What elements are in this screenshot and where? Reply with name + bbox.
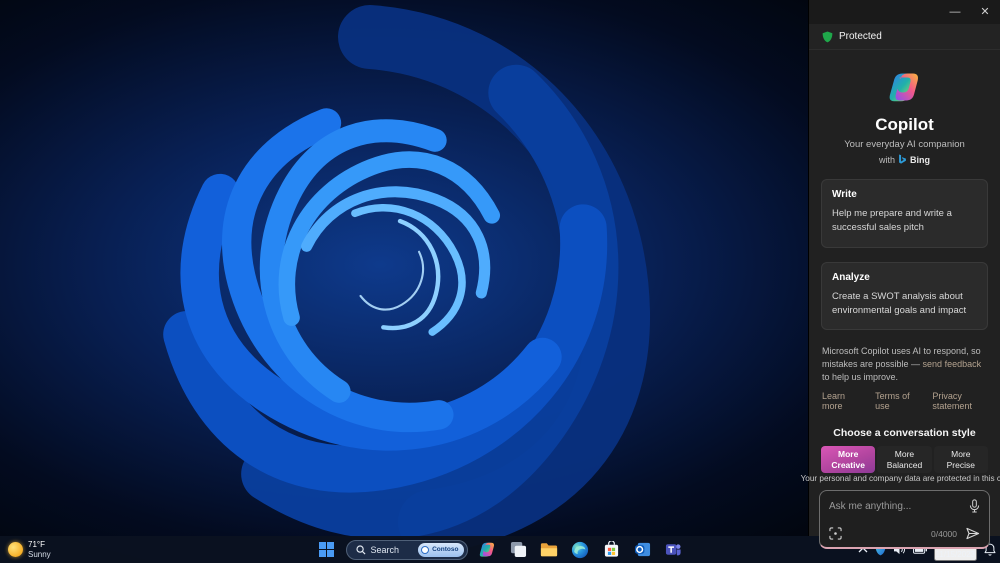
windows-start-icon [319, 542, 335, 557]
style-line2: Balanced [886, 459, 923, 470]
style-line1: More [951, 449, 971, 460]
search-highlight-badge[interactable]: Contoso [418, 542, 465, 557]
style-line2: Precise [946, 459, 975, 470]
copilot-sidebar: — ✕ Protected Copilot Your everyday AI c… [801, 0, 1000, 550]
terms-of-use-link[interactable]: Terms of use [875, 391, 914, 411]
style-more-creative-button[interactable]: More Creative [821, 446, 876, 474]
taskbar-center: Search Contoso [315, 536, 686, 563]
file-explorer-icon [541, 542, 558, 556]
copilot-icon [479, 542, 494, 557]
privacy-note-text: Your personal and company data are prote… [800, 473, 1000, 483]
suggestion-card-analyze[interactable]: Analyze Create a SWOT analysis about env… [821, 261, 988, 330]
taskbar-search[interactable]: Search Contoso [345, 539, 469, 560]
teams-icon [665, 544, 681, 556]
badge-logo-icon [421, 545, 430, 554]
chat-composer: 0/4000 [819, 490, 990, 550]
with-bing-row: with Bing [879, 154, 930, 165]
privacy-note: Your personal and company data are prote… [801, 473, 1000, 483]
weather-temperature: 71°F [28, 540, 45, 550]
send-feedback-link[interactable]: send feedback [923, 359, 982, 369]
suggestion-card-write[interactable]: Write Help me prepare and write a succes… [821, 179, 988, 248]
desktop: — ✕ Protected Copilot Your everyday AI c… [0, 0, 1000, 563]
taskbar-edge[interactable] [568, 538, 592, 562]
conversation-style-picker: More Creative More Balanced More Precise [821, 446, 988, 474]
taskbar-task-view[interactable] [506, 538, 530, 562]
style-more-balanced-button[interactable]: More Balanced [877, 446, 932, 474]
task-view-icon [510, 541, 526, 558]
style-line1: More [838, 449, 859, 460]
tray-date: 11/15/2023 [935, 549, 975, 559]
disclaimer-text-after: to help us improve. [822, 372, 899, 383]
edge-icon [572, 541, 589, 558]
microphone-button[interactable] [969, 499, 980, 513]
outlook-icon [634, 542, 650, 557]
conversation-style-heading: Choose a conversation style [833, 427, 976, 440]
search-icon [355, 544, 366, 555]
microphone-icon [969, 499, 980, 513]
sun-icon [8, 542, 23, 557]
taskbar-outlook[interactable] [630, 538, 654, 562]
copilot-hero: Copilot Your everyday AI companion with … [809, 50, 1000, 165]
weather-widget[interactable]: 71°F Sunny [8, 536, 51, 563]
protected-label: Protected [839, 31, 882, 42]
card-title: Write [832, 189, 857, 200]
send-button[interactable] [966, 527, 980, 540]
search-label: Search [370, 544, 400, 555]
privacy-statement-link[interactable]: Privacy statement [932, 391, 987, 411]
close-button[interactable]: ✕ [970, 0, 1000, 24]
minimize-button[interactable]: — [940, 0, 970, 24]
style-line1: More [894, 449, 915, 460]
taskbar-teams[interactable] [661, 538, 685, 562]
bing-logo-icon [899, 154, 906, 164]
taskbar-microsoft-store[interactable] [599, 538, 623, 562]
bing-label: Bing [910, 154, 930, 165]
style-more-precise-button[interactable]: More Precise [933, 446, 988, 474]
char-counter: 0/4000 [931, 528, 957, 539]
with-label: with [878, 154, 895, 165]
shield-protected-icon [822, 31, 833, 42]
weather-condition: Sunny [28, 549, 51, 559]
screenshot-capture-button[interactable] [829, 527, 842, 540]
ai-disclaimer: Microsoft Copilot uses AI to respond, so… [822, 345, 987, 384]
card-body: Help me prepare and write a successful s… [832, 208, 952, 234]
card-body: Create a SWOT analysis about environment… [832, 290, 967, 316]
copilot-logo-icon [889, 73, 918, 102]
card-title: Analyze [832, 271, 870, 283]
chat-input[interactable] [829, 500, 969, 512]
footer-links: Learn more Terms of use Privacy statemen… [822, 391, 987, 411]
copilot-titlebar: — ✕ [809, 0, 1000, 24]
capture-viewfinder-icon [829, 527, 842, 540]
learn-more-link[interactable]: Learn more [822, 391, 857, 411]
send-icon [966, 527, 980, 540]
start-button[interactable] [315, 538, 339, 562]
microsoft-store-icon [604, 541, 619, 557]
taskbar-file-explorer[interactable] [537, 538, 561, 562]
style-line2: Creative [831, 459, 865, 470]
taskbar-app-copilot[interactable] [475, 538, 499, 562]
copilot-title: Copilot [875, 115, 934, 134]
protected-badge: Protected [809, 24, 1000, 50]
badge-label: Contoso [432, 546, 459, 553]
copilot-subtitle: Your everyday AI companion [844, 139, 965, 150]
